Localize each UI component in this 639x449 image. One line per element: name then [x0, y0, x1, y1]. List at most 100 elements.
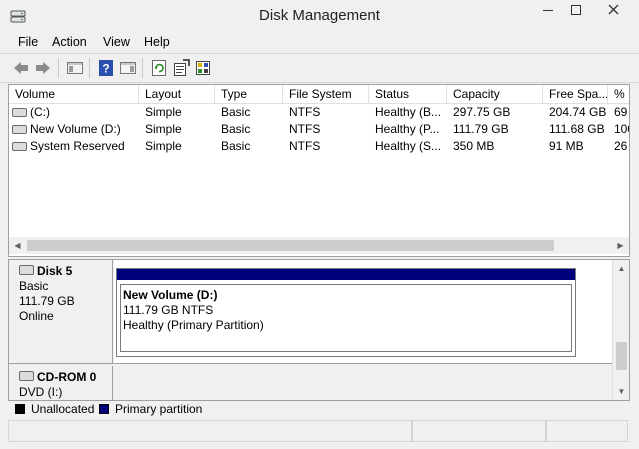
cell-layout: Simple	[145, 139, 182, 153]
menu-help[interactable]: Help	[144, 35, 170, 49]
legend: Unallocated Primary partition	[8, 401, 628, 417]
primary-partition-bar	[117, 269, 575, 280]
cell-percent-free: 69	[614, 105, 628, 119]
disk-type: DVD (I:)	[19, 385, 63, 399]
cell-capacity: 111.79 GB	[453, 122, 509, 136]
close-button[interactable]	[590, 0, 636, 24]
column-capacity[interactable]: Capacity	[447, 85, 543, 103]
scroll-down-icon[interactable]: ▼	[613, 383, 629, 400]
volume-list: Volume Layout Type File System Status Ca…	[8, 84, 630, 257]
title-bar: Disk Management	[0, 0, 639, 32]
table-row[interactable]: New Volume (D:) Simple Basic NTFS Health…	[9, 121, 629, 138]
status-pane	[412, 420, 546, 442]
console-tree-icon[interactable]	[66, 59, 84, 77]
disk-size: 111.79 GB	[19, 294, 75, 308]
cell-type: Basic	[221, 105, 251, 119]
cell-volume: System Reserved	[9, 138, 139, 155]
table-row[interactable]: (C:) Simple Basic NTFS Healthy (B... 297…	[9, 104, 629, 121]
cell-capacity: 297.75 GB	[453, 105, 511, 119]
column-status[interactable]: Status	[369, 85, 447, 103]
unallocated-swatch	[15, 404, 25, 414]
disk-view: Disk 5 Basic 111.79 GB Online New Volume…	[8, 259, 630, 401]
disk-type: Basic	[19, 279, 49, 293]
scroll-up-icon[interactable]: ▲	[613, 260, 629, 277]
minimize-button[interactable]	[534, 0, 562, 24]
cell-status: Healthy (B...	[375, 105, 442, 119]
column-volume[interactable]: Volume	[9, 85, 139, 103]
scroll-left-icon[interactable]: ◀	[9, 237, 26, 254]
horizontal-scrollbar[interactable]: ◀ ▶	[9, 237, 629, 254]
drive-icon	[12, 142, 27, 151]
disk-5-label[interactable]: Disk 5 Basic 111.79 GB Online	[9, 260, 113, 363]
cell-type: Basic	[221, 139, 251, 153]
cell-layout: Simple	[145, 105, 182, 119]
column-layout[interactable]: Layout	[139, 85, 215, 103]
cell-volume: New Volume (D:)	[9, 121, 139, 138]
cd-rom-0-partitions	[114, 366, 612, 400]
svg-text:?: ?	[102, 62, 109, 76]
volume-list-header: Volume Layout Type File System Status Ca…	[9, 85, 629, 104]
toolbar-separator	[142, 58, 143, 78]
vertical-scroll-thumb[interactable]	[616, 342, 627, 370]
partition-status: Healthy (Primary Partition)	[123, 318, 264, 332]
help-icon[interactable]: ?	[97, 59, 115, 77]
column-percent-free[interactable]: % F	[608, 85, 629, 103]
menu-bar: File Action View Help	[0, 32, 639, 52]
vertical-scrollbar[interactable]: ▲ ▼	[612, 260, 629, 400]
legend-primary-partition: Primary partition	[115, 402, 203, 416]
disk-name: Disk 5	[37, 264, 73, 278]
status-pane	[8, 420, 412, 442]
partition-new-volume[interactable]: New Volume (D:) 111.79 GB NTFS Healthy (…	[116, 268, 576, 357]
status-pane	[546, 420, 628, 442]
cell-volume: (C:)	[9, 104, 139, 121]
cell-type: Basic	[221, 122, 251, 136]
cell-file-system: NTFS	[289, 105, 321, 119]
scroll-right-icon[interactable]: ▶	[612, 237, 629, 254]
back-icon[interactable]	[12, 59, 30, 77]
partition-details: New Volume (D:) 111.79 GB NTFS Healthy (…	[120, 284, 572, 352]
partition-name: New Volume (D:)	[123, 288, 218, 302]
drive-icon	[12, 125, 27, 134]
properties-icon[interactable]	[172, 59, 190, 77]
cell-free-space: 91 MB	[549, 139, 584, 153]
settings-icon[interactable]	[194, 59, 212, 77]
cell-percent-free: 26	[614, 139, 628, 153]
menu-action[interactable]: Action	[52, 35, 87, 49]
cell-layout: Simple	[145, 122, 182, 136]
cell-status: Healthy (S...	[375, 139, 442, 153]
menu-view[interactable]: View	[103, 35, 130, 49]
cell-free-space: 204.74 GB	[549, 105, 607, 119]
forward-icon[interactable]	[34, 59, 52, 77]
toolbar-separator	[58, 58, 59, 78]
disk-state: Online	[19, 309, 54, 323]
cell-free-space: 111.68 GB	[549, 122, 605, 136]
cd-rom-0-label[interactable]: CD-ROM 0 DVD (I:)	[9, 366, 113, 400]
drive-icon	[12, 108, 27, 117]
cell-file-system: NTFS	[289, 139, 321, 153]
disk-icon	[19, 265, 34, 275]
properties-view-icon[interactable]	[119, 59, 137, 77]
maximize-icon	[571, 5, 581, 15]
horizontal-scroll-thumb[interactable]	[27, 240, 554, 251]
minimize-icon	[543, 10, 553, 11]
toolbar: ?	[0, 53, 639, 83]
column-type[interactable]: Type	[215, 85, 283, 103]
cell-capacity: 350 MB	[453, 139, 495, 153]
toolbar-separator	[89, 58, 90, 78]
disk-name: CD-ROM 0	[37, 370, 97, 384]
primary-partition-swatch	[99, 404, 109, 414]
status-bar	[8, 420, 628, 442]
menu-file[interactable]: File	[18, 35, 38, 49]
disk-5-partitions: New Volume (D:) 111.79 GB NTFS Healthy (…	[114, 260, 612, 363]
cell-percent-free: 100	[614, 122, 629, 136]
maximize-button[interactable]	[562, 0, 590, 24]
cd-rom-icon	[19, 371, 34, 381]
partition-size-fs: 111.79 GB NTFS	[123, 303, 214, 317]
close-icon	[608, 4, 618, 15]
cell-status: Healthy (P...	[375, 122, 440, 136]
column-free-space[interactable]: Free Spa...	[543, 85, 608, 103]
refresh-icon[interactable]	[150, 59, 168, 77]
table-row[interactable]: System Reserved Simple Basic NTFS Health…	[9, 138, 629, 155]
legend-unallocated: Unallocated	[31, 402, 95, 416]
column-file-system[interactable]: File System	[283, 85, 369, 103]
